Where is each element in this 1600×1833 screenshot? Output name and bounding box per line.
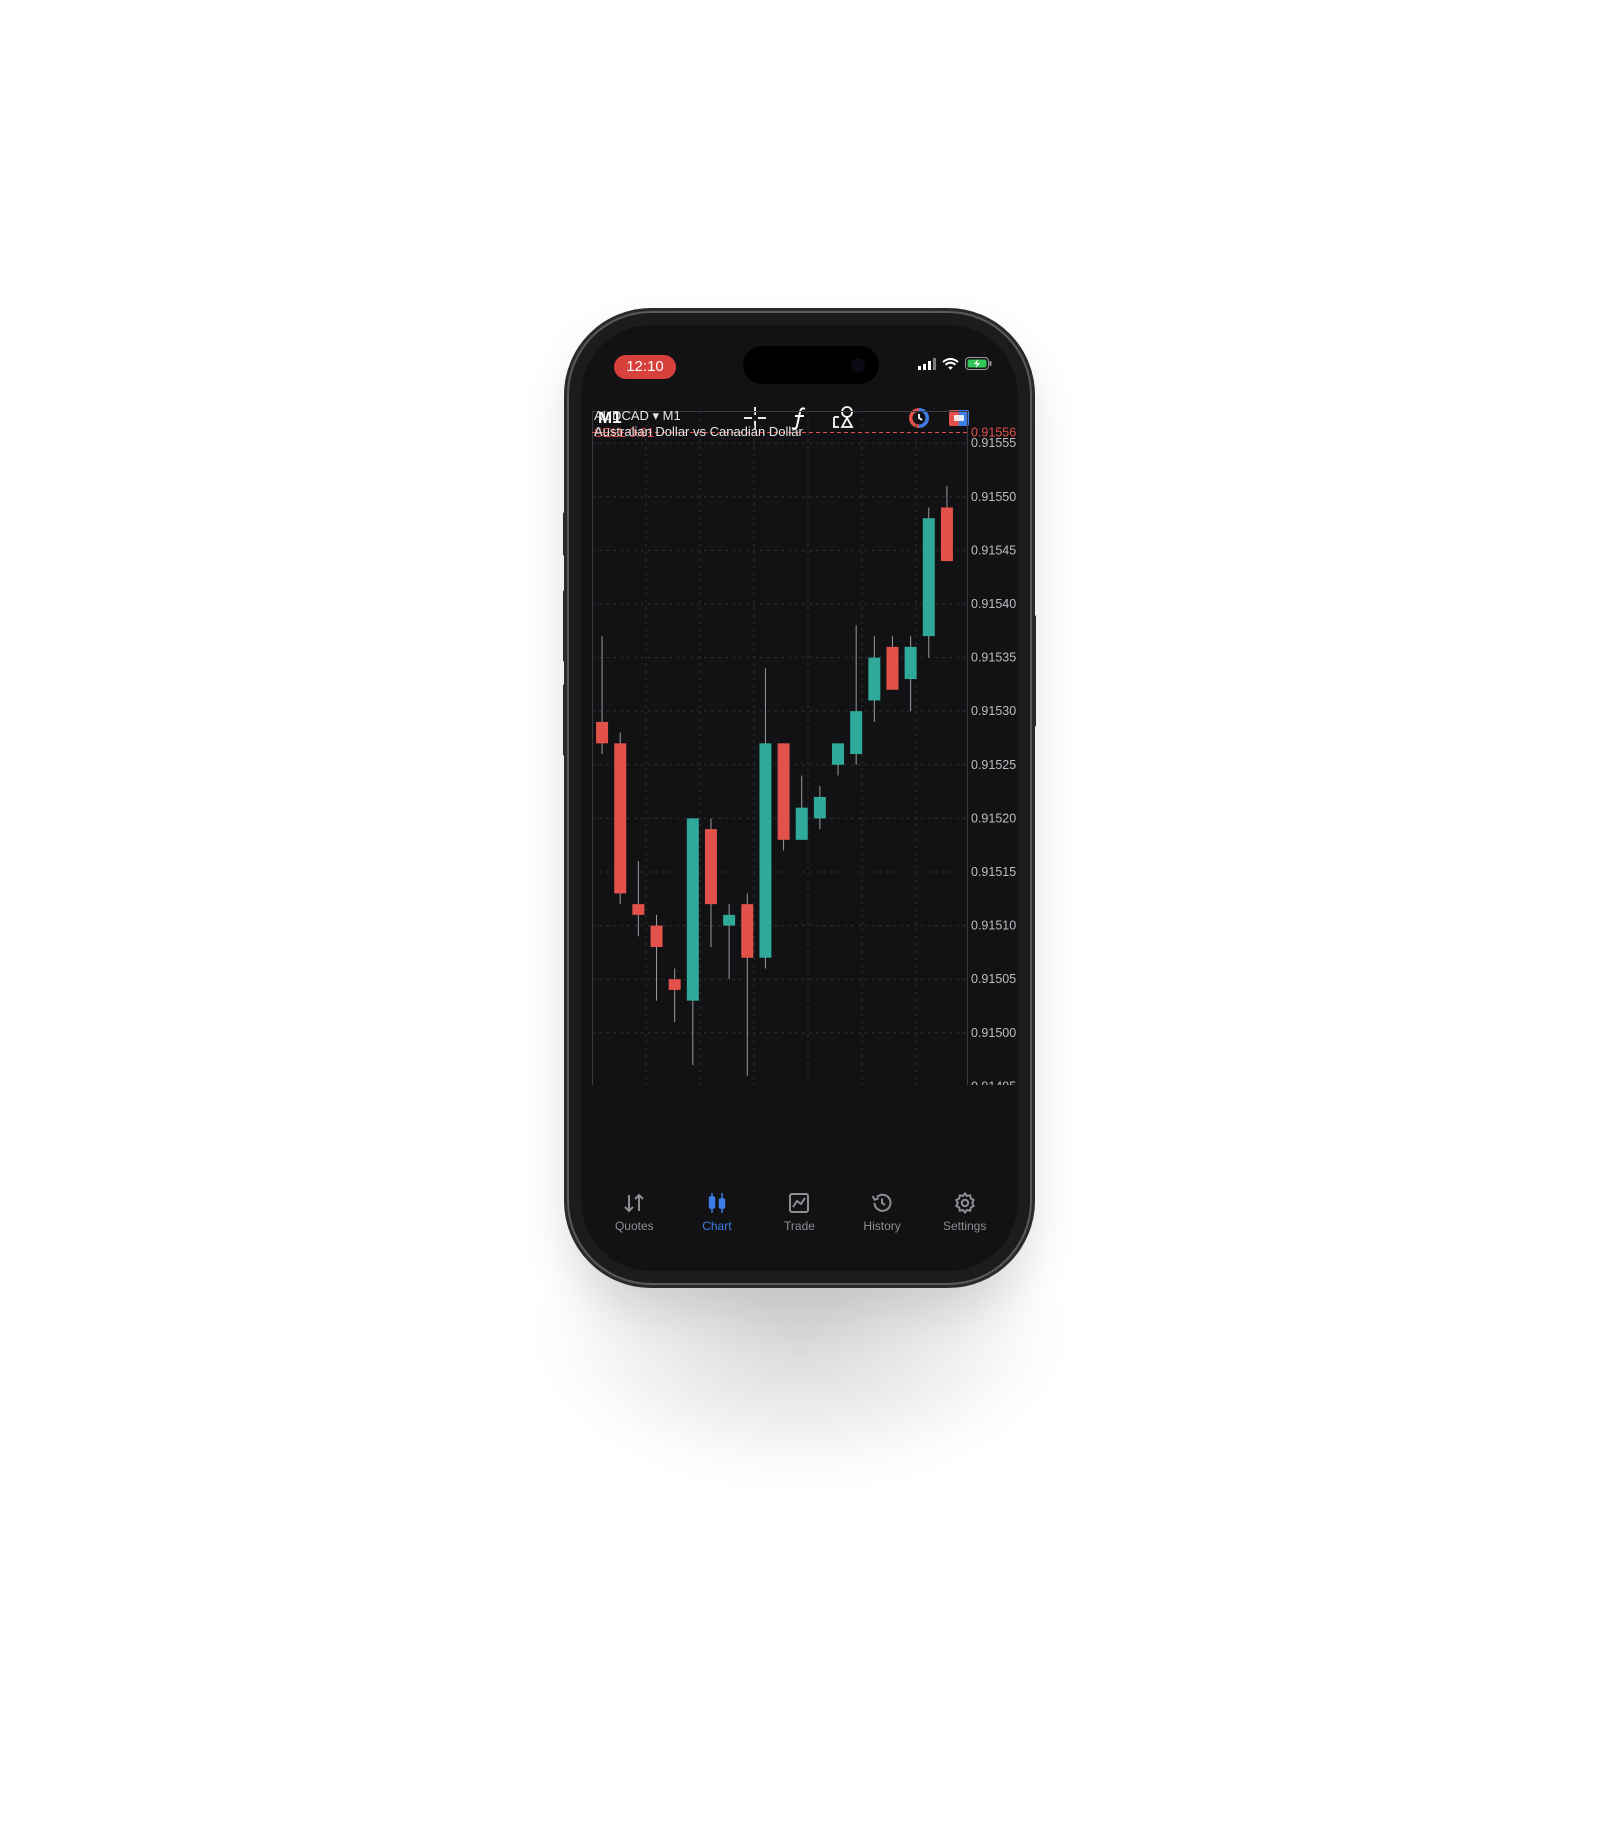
candle xyxy=(668,968,681,1023)
candle xyxy=(650,914,663,1001)
candle-body xyxy=(704,829,717,905)
price-tick-label: 0.91540 xyxy=(971,597,1016,611)
tab-settings-label: Settings xyxy=(942,1219,987,1233)
tab-trade-label: Trade xyxy=(784,1219,815,1233)
price-tick-label: 0.91500 xyxy=(971,1026,1016,1040)
app-screen: 12:10 M1 0.91555 0.91550 0.91545 0.91540… xyxy=(581,325,1018,1271)
candle-body xyxy=(668,979,681,990)
candle-body xyxy=(795,807,808,840)
tab-trade[interactable]: Trade xyxy=(759,1191,839,1233)
tab-history[interactable]: History xyxy=(842,1191,922,1233)
price-tick-label: 0.91495 xyxy=(971,1079,1016,1085)
candle xyxy=(614,732,627,905)
price-chart[interactable]: 0.915550.915500.915450.915400.915350.915… xyxy=(581,325,1018,1085)
candle xyxy=(795,775,808,840)
candle xyxy=(741,893,754,1076)
tab-history-label: History xyxy=(863,1219,901,1233)
symbol-title[interactable]: AUDCAD ▾ M1 xyxy=(594,408,681,423)
candle-body xyxy=(922,518,935,637)
candle xyxy=(832,743,845,776)
candle-body xyxy=(741,904,754,958)
symbol-description: Australian Dollar vs Canadian Dollar xyxy=(594,424,803,439)
phone-frame: 12:10 M1 0.91555 0.91550 0.91545 0.91540… xyxy=(569,313,1030,1283)
price-tick-label: 0.91525 xyxy=(971,758,1016,772)
price-tick-label: 0.91535 xyxy=(971,651,1016,665)
tab-quotes[interactable]: Quotes xyxy=(594,1191,674,1233)
candle-body xyxy=(596,721,609,744)
candle-body xyxy=(723,914,736,926)
power-button xyxy=(1032,615,1036,727)
price-tick-label: 0.91515 xyxy=(971,865,1016,879)
candle-body xyxy=(886,646,899,690)
trade-icon xyxy=(789,1193,810,1213)
tab-chart[interactable]: Chart xyxy=(677,1191,757,1233)
price-tick-label: 0.91505 xyxy=(971,972,1016,986)
candle-body xyxy=(650,925,663,948)
volume-up-button xyxy=(563,590,567,662)
candle xyxy=(723,904,736,980)
candle xyxy=(813,786,826,830)
candle xyxy=(686,818,699,1065)
candle-body xyxy=(777,743,790,840)
candle-body xyxy=(632,904,645,915)
candle-body xyxy=(850,711,863,755)
candle xyxy=(904,636,917,712)
candle xyxy=(868,636,881,722)
candle-body xyxy=(832,743,845,765)
tab-quotes-label: Quotes xyxy=(614,1219,654,1233)
candle-body xyxy=(686,818,699,1001)
price-tick-label: 0.91545 xyxy=(971,543,1016,557)
price-tick-label: 0.91530 xyxy=(971,704,1016,718)
chart-icon xyxy=(708,1193,726,1213)
quotes-icon xyxy=(624,1193,645,1213)
tab-chart-label: Chart xyxy=(702,1219,732,1233)
candle-body xyxy=(614,743,627,894)
price-tick-label: 0.91510 xyxy=(971,919,1016,933)
candle-body xyxy=(813,796,826,819)
candle xyxy=(759,668,772,969)
price-tick-label: 0.91550 xyxy=(971,490,1016,504)
candle-body xyxy=(868,657,881,701)
candle xyxy=(940,486,953,562)
candles-layer xyxy=(596,486,953,1076)
current-price-label: 0.91556 xyxy=(971,425,1016,439)
candle xyxy=(632,861,645,937)
candle xyxy=(704,818,717,948)
candle xyxy=(922,507,935,658)
tab-settings[interactable]: Settings xyxy=(925,1191,1005,1233)
tab-bar: Quotes Chart Trade History Settings xyxy=(581,1191,1018,1233)
settings-icon xyxy=(954,1191,975,1215)
candle xyxy=(886,636,899,690)
candle xyxy=(777,743,790,851)
price-tick-label: 0.91520 xyxy=(971,811,1016,825)
candle xyxy=(596,636,609,755)
candle-body xyxy=(759,743,772,958)
price-axis: 0.915550.915500.915450.915400.915350.915… xyxy=(971,436,1016,1085)
volume-down-button xyxy=(563,684,567,756)
candle-body xyxy=(904,646,917,680)
action-button xyxy=(563,512,567,556)
candle-body xyxy=(940,507,953,562)
candle xyxy=(850,625,863,765)
history-icon xyxy=(871,1193,892,1212)
